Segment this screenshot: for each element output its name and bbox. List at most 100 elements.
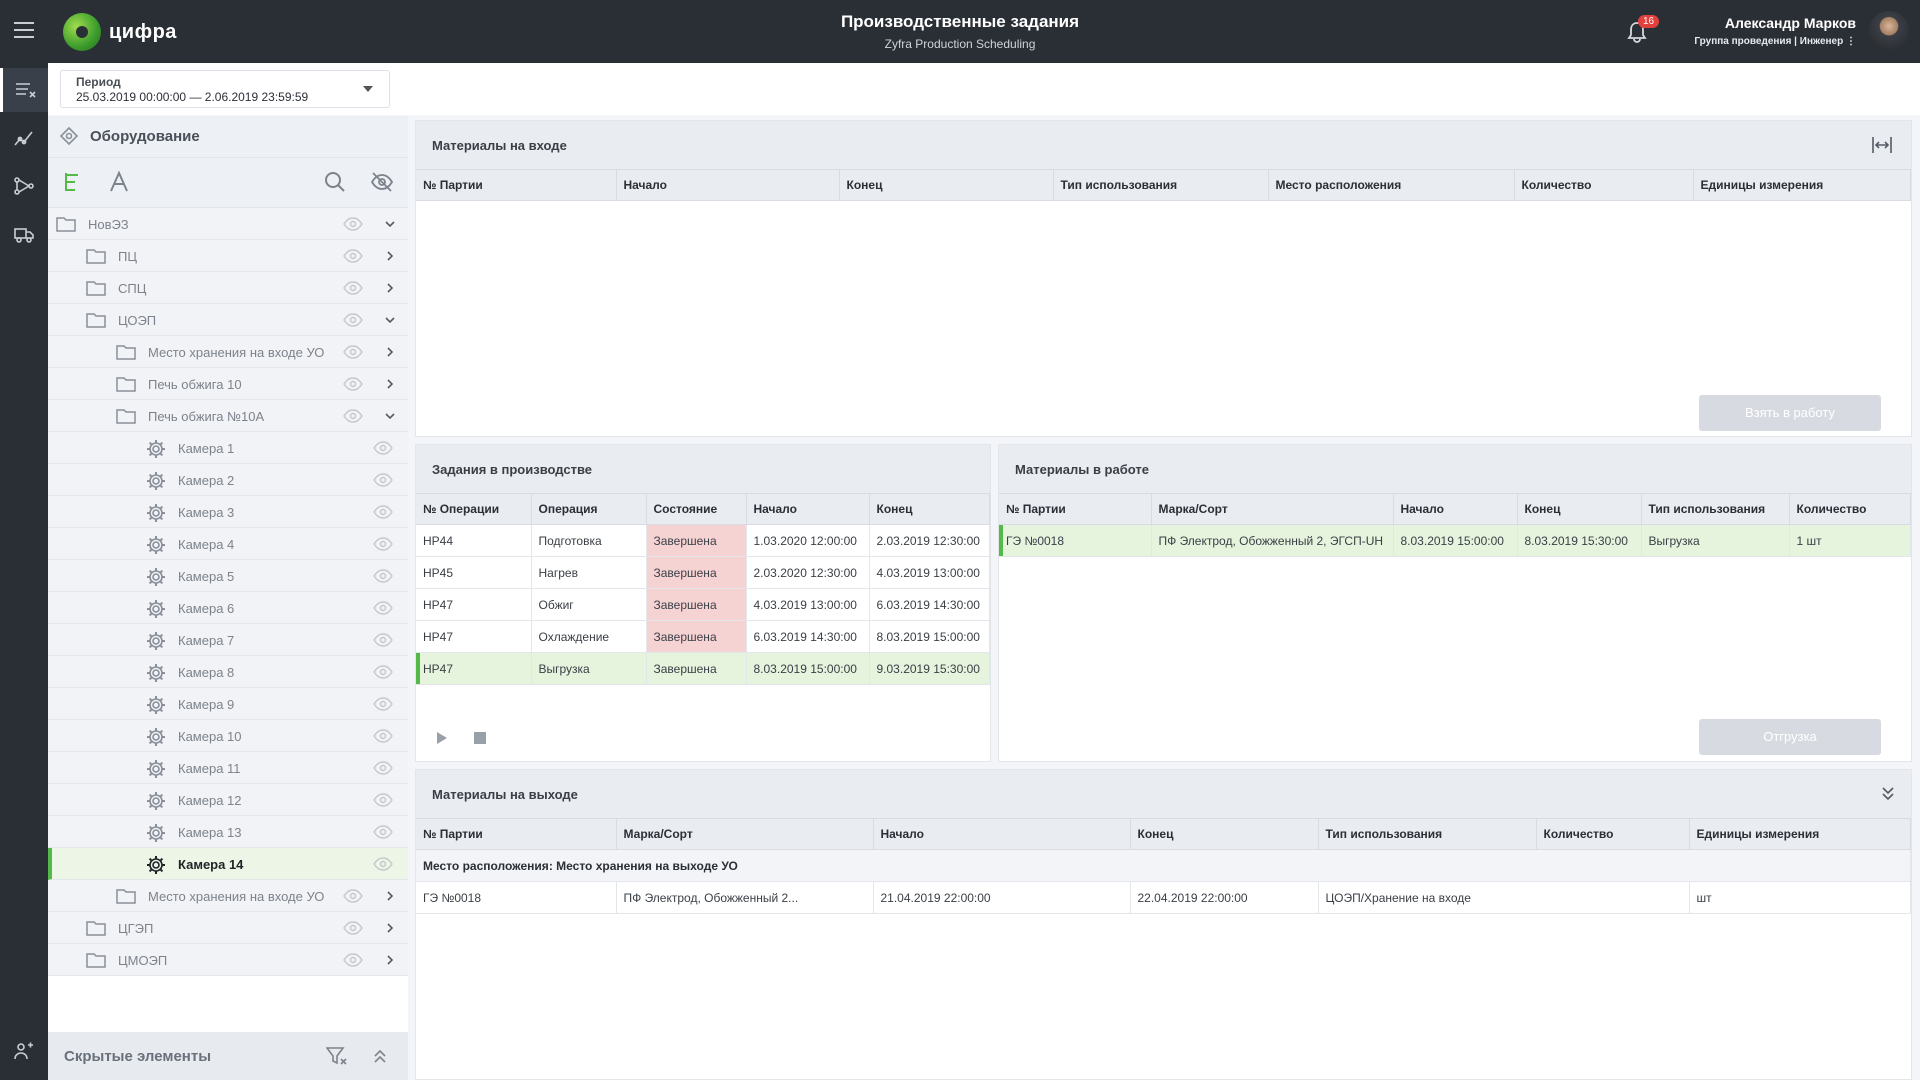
tree-item[interactable]: Место хранения на входе УО [48, 336, 408, 368]
tree-item[interactable]: Камера 7 [48, 624, 408, 656]
eye-icon[interactable] [373, 856, 393, 872]
play-icon[interactable] [436, 731, 448, 745]
tree-item[interactable]: ПЦ [48, 240, 408, 272]
chevron-down-icon[interactable] [384, 314, 396, 326]
eye-icon[interactable] [373, 600, 393, 616]
column-header[interactable]: Конец [1517, 493, 1642, 525]
chevron-down-icon[interactable] [384, 410, 396, 422]
column-header[interactable]: Тип использования [1318, 818, 1537, 850]
column-header[interactable]: Тип использования [1641, 493, 1790, 525]
tree-item[interactable]: Камера 13 [48, 816, 408, 848]
user-group[interactable]: Группа проведения | Инженер ⋮ [1694, 36, 1856, 47]
column-header[interactable]: Количество [1536, 818, 1690, 850]
shipment-button[interactable]: Отгрузка [1699, 719, 1881, 755]
column-header[interactable]: Количество [1789, 493, 1911, 525]
collapse-down-icon[interactable] [1881, 786, 1895, 802]
column-header[interactable]: Начало [616, 169, 840, 201]
column-header[interactable]: Состояние [646, 493, 747, 525]
tree-item[interactable]: Камера 4 [48, 528, 408, 560]
tree-item[interactable]: Камера 10 [48, 720, 408, 752]
column-header[interactable]: Начало [1393, 493, 1518, 525]
eye-icon[interactable] [343, 312, 363, 328]
chevron-right-icon[interactable] [384, 378, 396, 390]
table-row[interactable]: ГЭ №0018 ПФ Электрод, Обожженный 2, ЭГСП-… [999, 524, 1911, 557]
eye-icon[interactable] [373, 792, 393, 808]
column-header[interactable]: Марка/Сорт [1151, 493, 1394, 525]
collapse-up-icon[interactable] [373, 1048, 387, 1064]
column-header[interactable]: Конец [1130, 818, 1319, 850]
tree-item[interactable]: Камера 3 [48, 496, 408, 528]
table-row[interactable]: ГЭ №0018 ПФ Электрод, Обожженный 2... 21.0… [416, 881, 1911, 914]
tree-item[interactable]: НовЭЗ [48, 208, 408, 240]
column-header[interactable]: Количество [1514, 169, 1694, 201]
chevron-right-icon[interactable] [384, 954, 396, 966]
eye-icon[interactable] [373, 824, 393, 840]
eye-icon[interactable] [373, 536, 393, 552]
eye-icon[interactable] [343, 376, 363, 392]
period-select[interactable]: Период 25.03.2019 00:00:00 — 2.06.2019 2… [60, 70, 390, 108]
users-icon[interactable] [0, 1029, 48, 1073]
fit-width-icon[interactable] [1871, 135, 1893, 155]
chevron-right-icon[interactable] [384, 922, 396, 934]
column-header[interactable]: № Партии [416, 818, 617, 850]
column-header[interactable]: Операция [531, 493, 647, 525]
avatar[interactable] [1869, 11, 1909, 51]
column-header[interactable]: Единицы измерения [1689, 818, 1911, 850]
chevron-right-icon[interactable] [384, 346, 396, 358]
table-row[interactable]: НР44 Подготовка Завершена 1.03.2020 12:00:0… [416, 524, 990, 557]
eye-icon[interactable] [343, 344, 363, 360]
eye-icon[interactable] [373, 632, 393, 648]
table-row[interactable]: НР47 Выгрузка Завершена 8.03.2019 15:00:00 9… [416, 652, 990, 685]
filter-clear-icon[interactable] [326, 1046, 348, 1066]
transport-icon[interactable] [0, 212, 48, 256]
tree-item[interactable]: ЦГЭП [48, 912, 408, 944]
column-header[interactable]: № Операции [416, 493, 532, 525]
tree-item[interactable]: ЦОЭП [48, 304, 408, 336]
eye-icon[interactable] [343, 248, 363, 264]
hidden-elements-bar[interactable]: Скрытые элементы [48, 1032, 408, 1080]
column-header[interactable]: Тип использования [1053, 169, 1269, 201]
column-header[interactable]: № Партии [999, 493, 1152, 525]
eye-icon[interactable] [343, 952, 363, 968]
stop-icon[interactable] [474, 732, 486, 744]
tree-item[interactable]: Камера 9 [48, 688, 408, 720]
column-header[interactable]: Место расположения [1268, 169, 1515, 201]
text-view-icon[interactable] [109, 170, 129, 194]
eye-icon[interactable] [343, 888, 363, 904]
eye-icon[interactable] [343, 920, 363, 936]
search-icon[interactable] [324, 170, 346, 194]
tree-item[interactable]: Камера 5 [48, 560, 408, 592]
chevron-down-icon[interactable] [363, 86, 373, 92]
eye-icon[interactable] [343, 216, 363, 232]
eye-icon[interactable] [343, 280, 363, 296]
table-row[interactable]: НР47 Охлаждение Завершена 6.03.2019 14:30:0… [416, 620, 990, 653]
eye-icon[interactable] [373, 664, 393, 680]
eye-icon[interactable] [373, 568, 393, 584]
column-header[interactable]: Конец [839, 169, 1054, 201]
list-icon[interactable] [0, 68, 48, 112]
tree-item[interactable]: Место хранения на входе УО [48, 880, 408, 912]
tree-item[interactable]: Камера 8 [48, 656, 408, 688]
tree-item[interactable]: ЦМОЭП [48, 944, 408, 976]
tree-item[interactable]: Печь обжига 10 [48, 368, 408, 400]
tree-view-icon[interactable] [62, 170, 82, 194]
chevron-right-icon[interactable] [384, 282, 396, 294]
eye-icon[interactable] [373, 696, 393, 712]
network-icon[interactable] [0, 164, 48, 208]
eye-icon[interactable] [373, 760, 393, 776]
eye-icon[interactable] [373, 504, 393, 520]
eye-off-icon[interactable] [370, 170, 394, 194]
table-row[interactable]: НР45 Нагрев Завершена 2.03.2020 12:30:00 4.0… [416, 556, 990, 589]
tree-item[interactable]: Камера 6 [48, 592, 408, 624]
column-header[interactable]: Начало [746, 493, 870, 525]
tree-item[interactable]: СПЦ [48, 272, 408, 304]
eye-icon[interactable] [373, 440, 393, 456]
take-to-work-button[interactable]: Взять в работу [1699, 395, 1881, 431]
chevron-right-icon[interactable] [384, 250, 396, 262]
table-row[interactable]: НР47 Обжиг Завершена 4.03.2019 13:00:00 6.03… [416, 588, 990, 621]
eye-icon[interactable] [373, 728, 393, 744]
chart-icon[interactable] [0, 116, 48, 160]
column-header[interactable]: Единицы измерения [1693, 169, 1911, 201]
user-name[interactable]: Александр Марков [1725, 15, 1856, 31]
column-header[interactable]: Марка/Сорт [616, 818, 874, 850]
